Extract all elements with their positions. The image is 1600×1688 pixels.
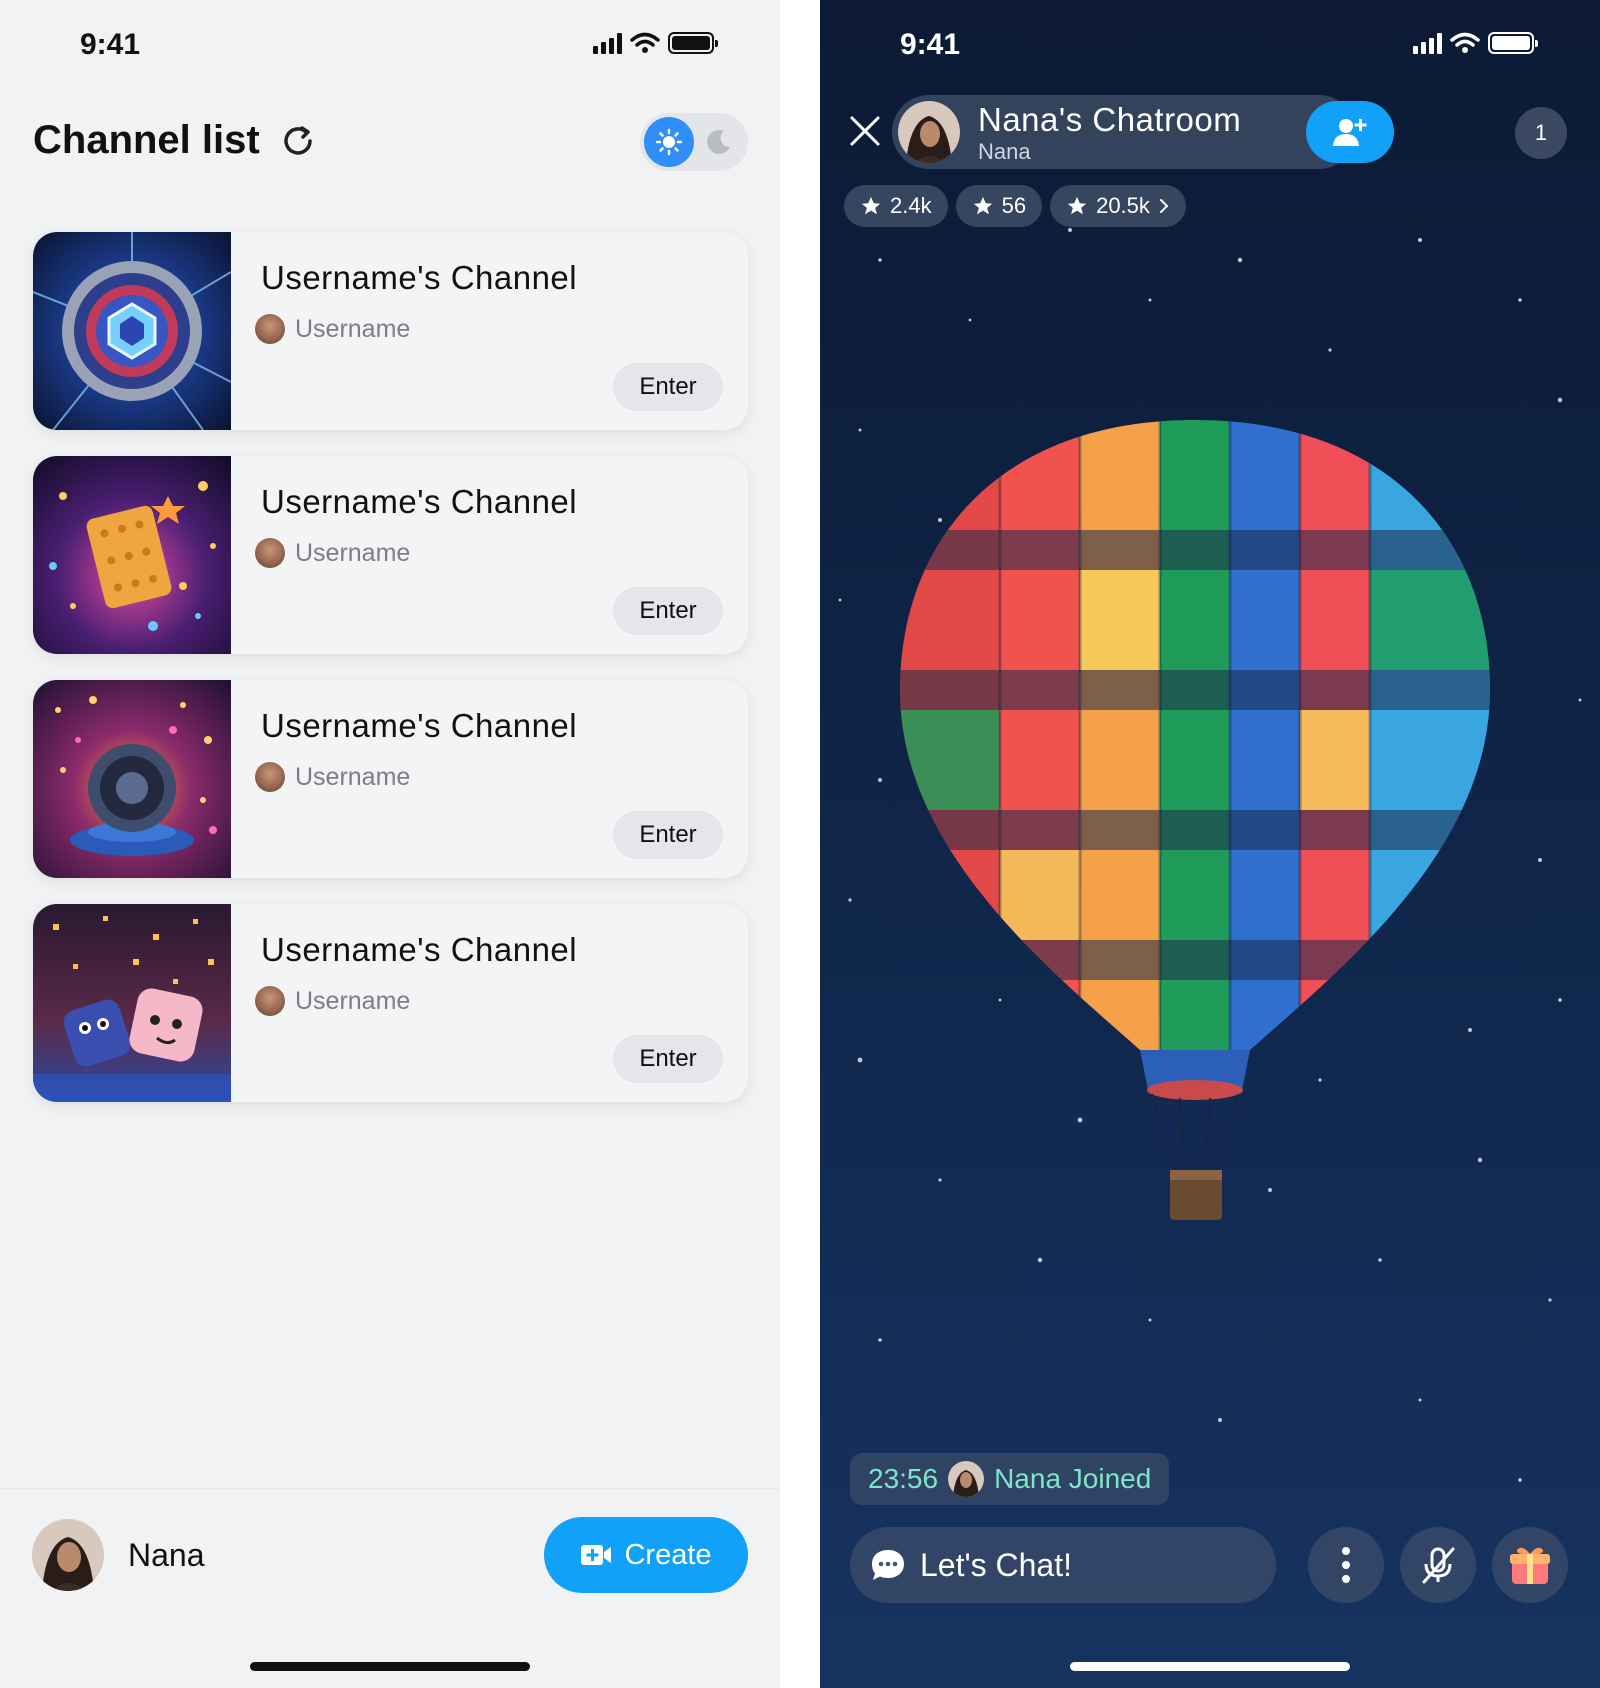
owner-avatar — [255, 314, 285, 344]
status-bar: 9:41 — [820, 0, 1600, 90]
channel-title: Username's Channel — [261, 483, 578, 520]
viewer-count[interactable]: 1 — [1515, 107, 1567, 159]
status-bar: 9:41 — [0, 0, 780, 90]
user-name: Nana — [128, 1537, 205, 1573]
badge-value: 20.5k — [1096, 193, 1150, 218]
create-button[interactable]: Create — [544, 1517, 748, 1593]
bottom-bar: Nana Create — [0, 1488, 780, 1688]
signal-icon — [593, 32, 622, 54]
battery-icon — [1488, 32, 1538, 54]
enter-button[interactable]: Enter — [613, 811, 723, 859]
theme-toggle[interactable] — [640, 113, 748, 171]
more-vertical-icon — [1342, 1547, 1350, 1583]
channel-title: Username's Channel — [261, 259, 578, 296]
gift-icon — [1510, 1547, 1550, 1584]
host-name: Nana — [978, 139, 1031, 164]
channel-owner: Username — [255, 986, 410, 1016]
channel-owner: Username — [255, 314, 410, 344]
room-title: Nana's Chatroom — [978, 101, 1242, 138]
chat-input[interactable]: Let's Chat! — [850, 1527, 1276, 1603]
room-header: Nana's Chatroom Nana — [892, 95, 1394, 169]
add-user-icon — [1333, 119, 1367, 146]
mute-button[interactable] — [1400, 1527, 1476, 1603]
channel-owner: Username — [255, 762, 410, 792]
enter-button[interactable]: Enter — [613, 587, 723, 635]
page-title: Channel list — [33, 118, 260, 162]
owner-name: Username — [295, 762, 411, 791]
owner-avatar — [255, 538, 285, 568]
chat-bubble-icon — [872, 1550, 904, 1580]
gift-button[interactable] — [1492, 1527, 1568, 1603]
star-icon — [1067, 196, 1087, 215]
badge-value: 2.4k — [890, 193, 932, 218]
chat-placeholder: Let's Chat! — [920, 1546, 1072, 1583]
star-icon — [861, 196, 881, 215]
light-mode-button[interactable] — [644, 117, 694, 167]
star-icon — [973, 196, 992, 215]
home-indicator — [1070, 1662, 1350, 1671]
channel-title: Username's Channel — [261, 707, 578, 744]
owner-avatar — [255, 762, 285, 792]
badge-value: 56 — [1001, 193, 1027, 218]
message-time: 23:56 — [868, 1463, 939, 1494]
battery-icon — [668, 32, 718, 54]
status-icons — [1413, 32, 1538, 54]
mic-off-icon — [1422, 1547, 1455, 1584]
signal-icon — [1413, 32, 1442, 54]
user-avatar[interactable] — [32, 1519, 104, 1591]
header: Channel list — [33, 118, 316, 163]
status-time: 9:41 — [900, 28, 961, 61]
create-label: Create — [624, 1538, 712, 1571]
channel-thumbnail — [33, 456, 231, 654]
badge-points[interactable]: 20.5k — [1050, 185, 1186, 227]
enter-button[interactable]: Enter — [613, 363, 723, 411]
home-indicator — [250, 1662, 530, 1671]
status-icons — [593, 32, 718, 54]
sun-icon — [655, 128, 683, 156]
channel-card[interactable]: Username's Channel Username Enter — [33, 680, 748, 878]
moon-icon[interactable] — [704, 127, 734, 157]
channel-thumbnail — [33, 680, 231, 878]
channel-owner: Username — [255, 538, 410, 568]
badge-stars[interactable]: 56 — [955, 185, 1043, 227]
channel-card[interactable]: Username's Channel Username Enter — [33, 904, 748, 1102]
video-add-icon — [581, 1545, 612, 1565]
channel-card[interactable]: Username's Channel Username Enter — [33, 456, 748, 654]
badge-likes[interactable]: 2.4k — [844, 185, 948, 227]
status-time: 9:41 — [80, 28, 141, 61]
wifi-icon — [630, 32, 660, 53]
refresh-icon[interactable] — [280, 123, 316, 159]
stat-badges: 2.4k 56 20.5k — [844, 185, 1186, 227]
owner-name: Username — [295, 314, 411, 343]
more-button[interactable] — [1308, 1527, 1384, 1603]
chatroom-screen: 9:41 Nana's Chatroom Nana 1 2.4k 56 20.5… — [820, 0, 1600, 1688]
enter-button[interactable]: Enter — [613, 1035, 723, 1083]
channel-thumbnail — [33, 232, 231, 430]
owner-name: Username — [295, 986, 411, 1015]
wifi-icon — [1450, 32, 1480, 53]
join-message: 23:56 Nana Joined — [850, 1453, 1170, 1505]
chevron-right-icon — [1159, 199, 1169, 213]
owner-avatar — [255, 986, 285, 1016]
message-text: Nana Joined — [994, 1463, 1152, 1494]
channel-title: Username's Channel — [261, 931, 578, 968]
channel-list-screen: 9:41 Channel list Username's Channel Use… — [0, 0, 780, 1688]
message-avatar — [948, 1461, 985, 1497]
channel-card[interactable]: Username's Channel Username Enter — [33, 232, 748, 430]
owner-name: Username — [295, 538, 411, 567]
add-friend-button[interactable] — [1306, 101, 1394, 163]
host-avatar[interactable] — [898, 101, 960, 163]
hot-air-balloon-image — [900, 420, 1490, 1220]
close-icon[interactable] — [848, 114, 882, 148]
channel-thumbnail — [33, 904, 231, 1102]
